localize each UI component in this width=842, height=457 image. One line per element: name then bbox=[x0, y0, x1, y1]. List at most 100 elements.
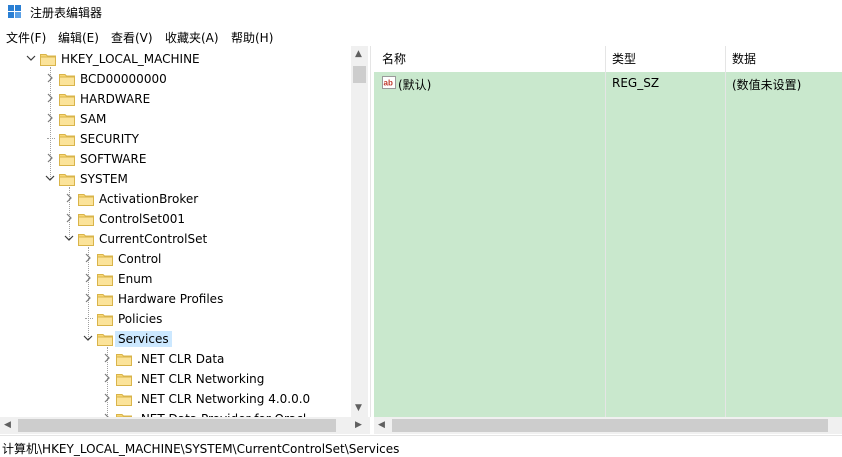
folder-icon bbox=[59, 132, 75, 146]
string-value-icon: ab bbox=[382, 76, 396, 89]
tree-node-label[interactable]: Policies bbox=[115, 311, 165, 327]
chevron-right-icon[interactable] bbox=[102, 353, 112, 363]
tree-node-label[interactable]: BCD00000000 bbox=[77, 71, 170, 87]
chevron-down-icon[interactable] bbox=[64, 233, 74, 243]
folder-icon bbox=[78, 192, 94, 206]
chevron-down-icon[interactable] bbox=[83, 333, 93, 343]
folder-icon bbox=[59, 152, 75, 166]
folder-icon bbox=[116, 352, 132, 366]
regedit-app-icon bbox=[8, 5, 22, 19]
window-title: 注册表编辑器 bbox=[30, 6, 103, 20]
folder-icon bbox=[40, 52, 56, 66]
tree-node-label[interactable]: .NET CLR Data bbox=[134, 351, 227, 367]
chevron-down-icon[interactable] bbox=[45, 173, 55, 183]
tree-node[interactable]: Services bbox=[0, 329, 350, 349]
list-hscroll-thumb[interactable] bbox=[392, 419, 828, 432]
values-list[interactable]: 名称 类型 数据 ab (默认) REG_SZ (数值未设置) bbox=[374, 46, 842, 417]
folder-icon bbox=[59, 72, 75, 86]
status-path: 计算机\HKEY_LOCAL_MACHINE\SYSTEM\CurrentCon… bbox=[2, 442, 400, 456]
tree-node[interactable]: .NET Data Provider for Oracl bbox=[0, 409, 350, 417]
tree-node[interactable]: SYSTEM bbox=[0, 169, 350, 189]
chevron-right-icon[interactable] bbox=[102, 373, 112, 383]
tree-node-label[interactable]: CurrentControlSet bbox=[96, 231, 210, 247]
tree-node[interactable]: ActivationBroker bbox=[0, 189, 350, 209]
chevron-right-icon[interactable] bbox=[83, 253, 93, 263]
menu-view[interactable]: 查看(V) bbox=[111, 29, 153, 46]
tree-node[interactable]: HARDWARE bbox=[0, 89, 350, 109]
column-divider[interactable] bbox=[725, 46, 726, 417]
tree-node-label[interactable]: HKEY_LOCAL_MACHINE bbox=[58, 51, 203, 67]
folder-icon bbox=[59, 172, 75, 186]
chevron-right-icon[interactable] bbox=[45, 153, 55, 163]
menu-favorites[interactable]: 收藏夹(A) bbox=[165, 29, 219, 46]
menu-file[interactable]: 文件(F) bbox=[6, 29, 46, 46]
tree-node[interactable]: .NET CLR Networking 4.0.0.0 bbox=[0, 389, 350, 409]
tree-node-label[interactable]: Enum bbox=[115, 271, 155, 287]
tree-horizontal-scrollbar[interactable]: ◀ ▶ bbox=[0, 417, 370, 434]
tree-node[interactable]: SOFTWARE bbox=[0, 149, 350, 169]
tree-node[interactable]: CurrentControlSet bbox=[0, 229, 350, 249]
tree-node-label[interactable]: SYSTEM bbox=[77, 171, 131, 187]
tree-connector-line bbox=[47, 138, 55, 139]
column-divider[interactable] bbox=[605, 46, 606, 417]
tree-node[interactable]: .NET CLR Networking bbox=[0, 369, 350, 389]
tree-node[interactable]: Control bbox=[0, 249, 350, 269]
folder-icon bbox=[97, 332, 113, 346]
tree-node-label[interactable]: ControlSet001 bbox=[96, 211, 188, 227]
tree-node-label[interactable]: SOFTWARE bbox=[77, 151, 149, 167]
scroll-up-arrow-icon[interactable]: ▲ bbox=[355, 49, 362, 59]
tree-node[interactable]: Hardware Profiles bbox=[0, 289, 350, 309]
tree-hscroll-thumb[interactable] bbox=[18, 419, 336, 432]
tree-scroll-thumb[interactable] bbox=[353, 66, 366, 83]
folder-icon bbox=[116, 372, 132, 386]
menu-edit[interactable]: 编辑(E) bbox=[58, 29, 99, 46]
column-header-data[interactable]: 数据 bbox=[732, 46, 756, 72]
chevron-right-icon[interactable] bbox=[83, 273, 93, 283]
status-bar: 计算机\HKEY_LOCAL_MACHINE\SYSTEM\CurrentCon… bbox=[0, 435, 842, 456]
tree-node-label[interactable]: .NET CLR Networking bbox=[134, 371, 267, 387]
scroll-left-arrow-icon[interactable]: ◀ bbox=[4, 420, 11, 430]
chevron-right-icon[interactable] bbox=[102, 393, 112, 403]
value-name[interactable]: (默认) bbox=[398, 76, 431, 93]
registry-tree[interactable]: HKEY_LOCAL_MACHINE BCD00000000 HARDWARE SAM… bbox=[0, 46, 371, 417]
folder-icon bbox=[59, 92, 75, 106]
tree-node[interactable]: SAM bbox=[0, 109, 350, 129]
chevron-right-icon[interactable] bbox=[64, 193, 74, 203]
menu-help[interactable]: 帮助(H) bbox=[231, 29, 273, 46]
tree-node[interactable]: Policies bbox=[0, 309, 350, 329]
chevron-down-icon[interactable] bbox=[26, 53, 36, 63]
chevron-right-icon[interactable] bbox=[83, 293, 93, 303]
value-type: REG_SZ bbox=[612, 76, 660, 90]
chevron-right-icon[interactable] bbox=[45, 93, 55, 103]
scroll-down-arrow-icon[interactable]: ▼ bbox=[355, 403, 362, 413]
tree-node[interactable]: ControlSet001 bbox=[0, 209, 350, 229]
value-data: (数值未设置) bbox=[732, 78, 802, 92]
tree-vertical-scrollbar[interactable]: ▲ ▼ bbox=[351, 46, 368, 417]
tree-node-label[interactable]: Services bbox=[115, 331, 172, 347]
tree-node[interactable]: Enum bbox=[0, 269, 350, 289]
tree-node-label[interactable]: SAM bbox=[77, 111, 109, 127]
column-header-name[interactable]: 名称 bbox=[382, 46, 406, 72]
tree-node-label[interactable]: ActivationBroker bbox=[96, 191, 201, 207]
title-bar: 注册表编辑器 bbox=[0, 0, 842, 24]
scroll-right-arrow-icon[interactable]: ▶ bbox=[355, 420, 362, 430]
tree-node[interactable]: HKEY_LOCAL_MACHINE bbox=[0, 49, 350, 69]
tree-node-label[interactable]: Control bbox=[115, 251, 164, 267]
scroll-left-arrow-icon[interactable]: ◀ bbox=[378, 420, 385, 430]
folder-icon bbox=[78, 232, 94, 246]
folder-icon bbox=[97, 312, 113, 326]
folder-icon bbox=[78, 212, 94, 226]
tree-connector-line bbox=[85, 318, 93, 319]
chevron-right-icon[interactable] bbox=[64, 213, 74, 223]
chevron-right-icon[interactable] bbox=[45, 73, 55, 83]
tree-node[interactable]: SECURITY bbox=[0, 129, 350, 149]
tree-node-label[interactable]: Hardware Profiles bbox=[115, 291, 226, 307]
tree-node[interactable]: BCD00000000 bbox=[0, 69, 350, 89]
tree-node-label[interactable]: SECURITY bbox=[77, 131, 142, 147]
tree-node-label[interactable]: .NET CLR Networking 4.0.0.0 bbox=[134, 391, 313, 407]
column-header-type[interactable]: 类型 bbox=[612, 46, 636, 72]
list-horizontal-scrollbar[interactable]: ◀ bbox=[374, 417, 842, 434]
tree-node[interactable]: .NET CLR Data bbox=[0, 349, 350, 369]
chevron-right-icon[interactable] bbox=[45, 113, 55, 123]
tree-node-label[interactable]: HARDWARE bbox=[77, 91, 153, 107]
